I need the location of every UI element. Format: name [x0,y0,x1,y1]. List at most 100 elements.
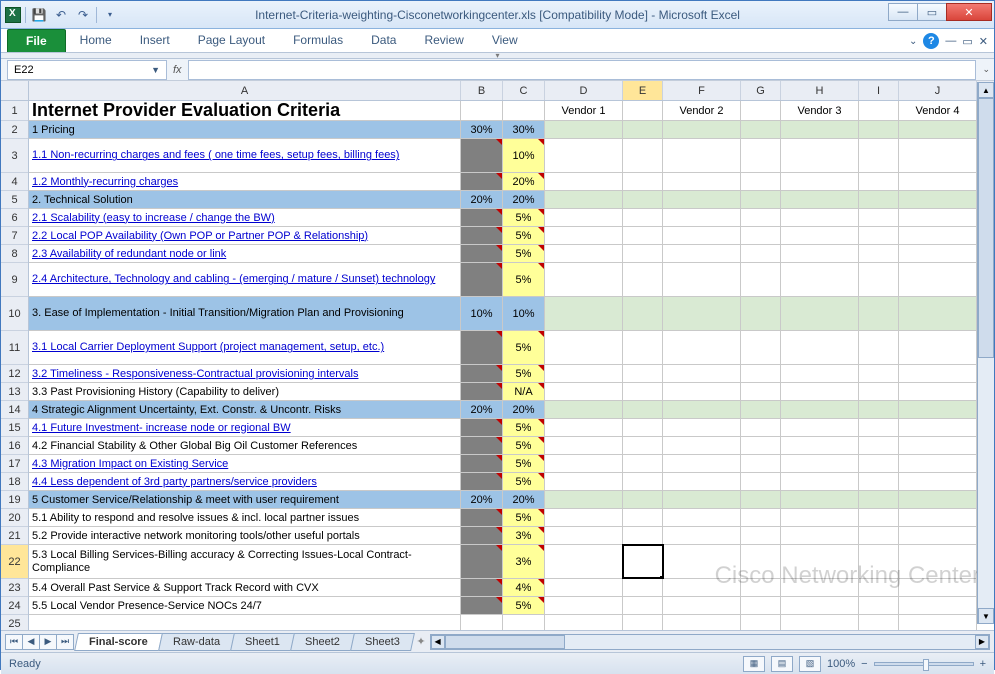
scroll-left-icon[interactable]: ◀ [431,635,445,649]
workbook-minimize-icon[interactable]: — [945,35,956,47]
redo-icon[interactable]: ↷ [74,6,92,24]
cell[interactable] [741,191,781,208]
cell[interactable] [781,121,859,138]
cell[interactable] [545,491,623,508]
cell[interactable] [899,383,977,400]
cell[interactable] [781,579,859,596]
row-header[interactable]: 17 [1,455,28,473]
cell[interactable] [741,527,781,544]
cell[interactable] [899,455,977,472]
cell[interactable] [545,263,623,296]
row-header[interactable]: 18 [1,473,28,491]
cell[interactable] [623,365,663,382]
cell[interactable] [461,509,503,526]
cell[interactable] [859,473,899,490]
cell[interactable] [781,383,859,400]
cell[interactable] [741,209,781,226]
cell[interactable] [899,227,977,244]
scroll-right-icon[interactable]: ▶ [975,635,989,649]
cell[interactable]: 5% [503,227,545,244]
cell[interactable] [859,227,899,244]
sheet-tab[interactable]: Sheet2 [290,633,355,651]
cell[interactable] [741,545,781,578]
cell[interactable] [741,437,781,454]
column-header-D[interactable]: D [545,81,623,100]
cell[interactable] [29,615,461,630]
close-button[interactable]: ✕ [946,3,992,21]
workbook-restore-icon[interactable]: ▭ [962,35,972,48]
cell[interactable] [623,401,663,418]
cell[interactable]: 4.4 Less dependent of 3rd party partners… [29,473,461,490]
row-header[interactable]: 23 [1,579,28,597]
tab-file[interactable]: File [7,29,66,52]
cell[interactable] [899,139,977,172]
cell[interactable] [859,579,899,596]
cell[interactable]: 20% [503,401,545,418]
cell[interactable] [741,419,781,436]
cell[interactable] [899,509,977,526]
cell[interactable] [545,331,623,364]
cell[interactable]: 5.4 Overall Past Service & Support Track… [29,579,461,596]
cell[interactable] [741,139,781,172]
cell[interactable] [623,473,663,490]
cell[interactable] [545,139,623,172]
column-header-A[interactable]: A [29,81,461,100]
cell[interactable] [461,139,503,172]
formula-bar-expand-icon[interactable]: ⌄ [982,64,990,75]
cell[interactable] [623,419,663,436]
excel-app-icon[interactable] [5,7,21,23]
cell[interactable] [623,209,663,226]
cell[interactable] [623,101,663,120]
cell[interactable] [741,509,781,526]
cell[interactable] [859,297,899,330]
cell[interactable] [545,455,623,472]
cell[interactable]: 5.1 Ability to respond and resolve issue… [29,509,461,526]
cell[interactable]: 3. Ease of Implementation - Initial Tran… [29,297,461,330]
cell[interactable]: 5.3 Local Billing Services-Billing accur… [29,545,461,578]
cell[interactable] [623,579,663,596]
cell[interactable] [899,173,977,190]
formula-bar-input[interactable] [188,60,976,80]
tab-formulas[interactable]: Formulas [279,29,357,52]
zoom-level[interactable]: 100% [827,658,855,670]
tab-view[interactable]: View [478,29,532,52]
column-header-G[interactable]: G [741,81,781,100]
vertical-scrollbar[interactable]: ▲ ▼ [977,82,994,624]
cell[interactable]: 1.2 Monthly-recurring charges [29,173,461,190]
cell[interactable] [623,331,663,364]
cell[interactable]: 2.1 Scalability (easy to increase / chan… [29,209,461,226]
cell[interactable] [899,473,977,490]
cell[interactable] [781,597,859,614]
cell[interactable] [545,173,623,190]
cell[interactable]: 4.3 Migration Impact on Existing Service [29,455,461,472]
tab-nav-first-icon[interactable]: ⏮ [5,634,23,650]
cell[interactable]: 4 Strategic Alignment Uncertainty, Ext. … [29,401,461,418]
column-header-I[interactable]: I [859,81,899,100]
cell[interactable] [899,263,977,296]
cell[interactable] [461,209,503,226]
cell[interactable] [741,455,781,472]
cell[interactable] [545,297,623,330]
cell[interactable]: 3.2 Timeliness - Responsiveness-Contract… [29,365,461,382]
cell[interactable] [461,173,503,190]
cell[interactable] [899,331,977,364]
cell[interactable] [741,121,781,138]
cell[interactable]: 5% [503,473,545,490]
cell[interactable] [461,597,503,614]
cell[interactable] [741,401,781,418]
column-header-J[interactable]: J [899,81,977,100]
cell[interactable] [899,209,977,226]
cell[interactable] [623,509,663,526]
column-header-H[interactable]: H [781,81,859,100]
cell[interactable]: 2. Technical Solution [29,191,461,208]
cell[interactable] [663,191,741,208]
cell[interactable]: 3% [503,527,545,544]
cell[interactable]: Vendor 1 [545,101,623,120]
scroll-up-icon[interactable]: ▲ [978,82,994,98]
cell[interactable] [899,615,977,630]
tab-insert[interactable]: Insert [126,29,184,52]
row-header[interactable]: 10 [1,297,28,331]
cell[interactable] [741,615,781,630]
cell[interactable] [899,579,977,596]
cell[interactable] [741,579,781,596]
